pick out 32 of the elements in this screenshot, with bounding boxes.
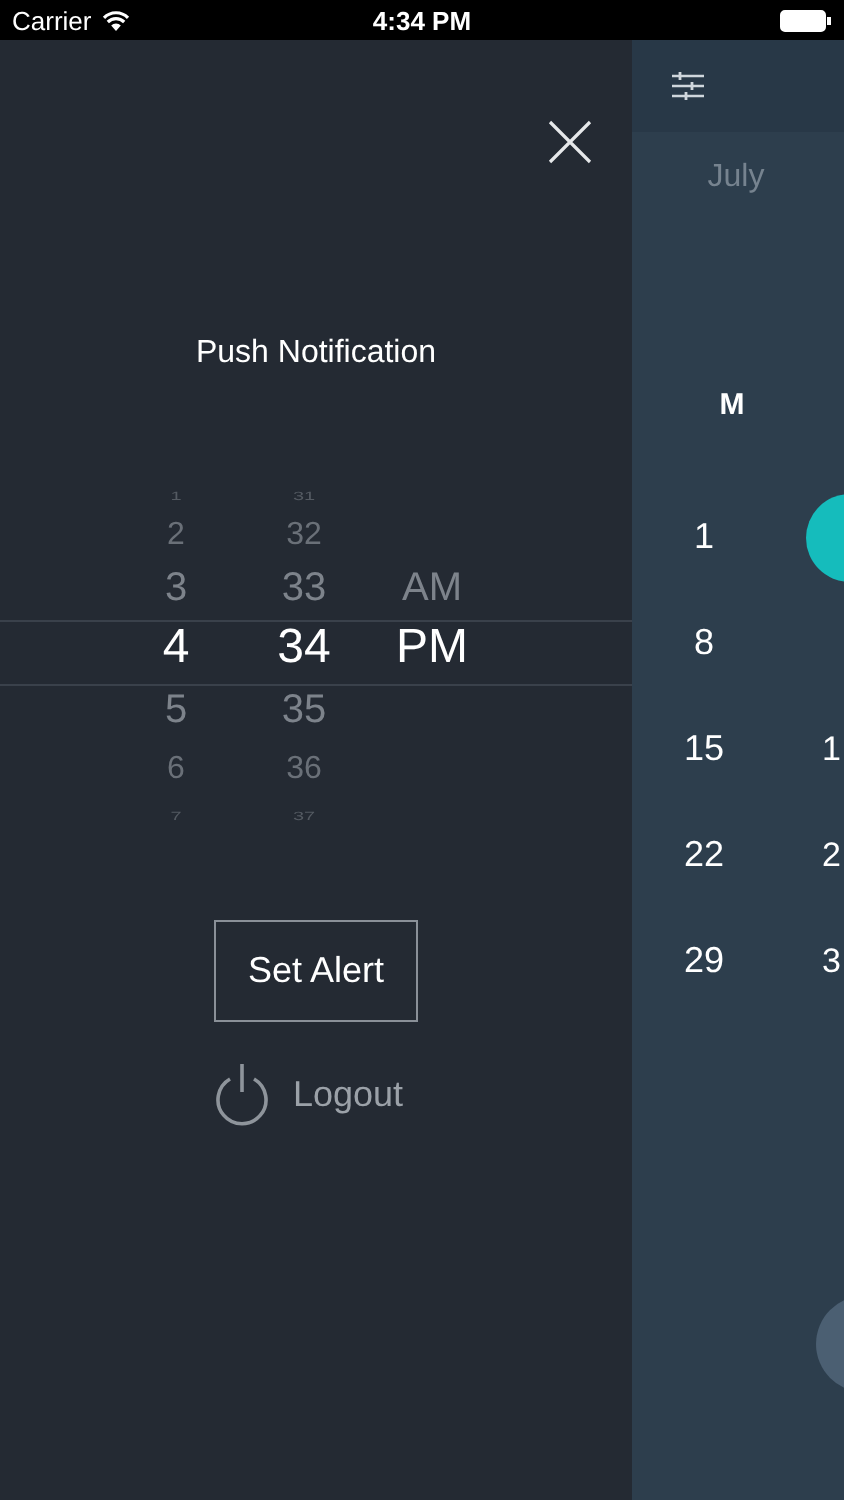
power-icon[interactable] <box>212 1062 273 1126</box>
day-number[interactable]: 22 <box>683 834 725 876</box>
picker-value[interactable]: 36 <box>286 751 322 787</box>
day-number[interactable]: 29 <box>683 940 725 982</box>
picker-value[interactable]: AM <box>402 566 462 612</box>
clock-time: 4:34 PM <box>370 5 474 35</box>
weekday-label: M <box>717 388 747 422</box>
filter-icon[interactable] <box>672 72 704 100</box>
picker-value[interactable]: 5 <box>164 688 188 734</box>
day-number[interactable]: 2 <box>822 835 841 873</box>
picker-value[interactable]: 33 <box>281 566 327 612</box>
picker-value[interactable]: 6 <box>167 751 185 787</box>
wifi-icon <box>101 9 130 31</box>
day-number[interactable]: 1 <box>693 516 714 558</box>
section-title: Push Notification <box>195 336 437 372</box>
picker-value[interactable]: 35 <box>281 688 327 734</box>
carrier-name: Carrier <box>12 5 92 35</box>
picker-value[interactable]: 34 <box>277 620 331 676</box>
picker-value[interactable]: 2 <box>167 518 185 554</box>
picker-value[interactable]: 3 <box>164 566 188 612</box>
day-number[interactable]: 3 <box>822 941 841 979</box>
set-alert-button[interactable]: Set Alert <box>214 920 418 1022</box>
logout-link[interactable]: Logout <box>292 1073 404 1115</box>
day-number[interactable]: 1 <box>822 729 841 767</box>
day-number[interactable]: 15 <box>683 728 725 770</box>
close-icon[interactable] <box>548 120 592 164</box>
picker-value[interactable]: 32 <box>286 518 322 554</box>
month-label: July <box>705 160 767 196</box>
battery-icon <box>780 9 832 31</box>
picker-value[interactable]: 4 <box>162 620 190 676</box>
picker-value[interactable]: PM <box>396 620 468 676</box>
day-number[interactable]: 8 <box>693 622 714 664</box>
